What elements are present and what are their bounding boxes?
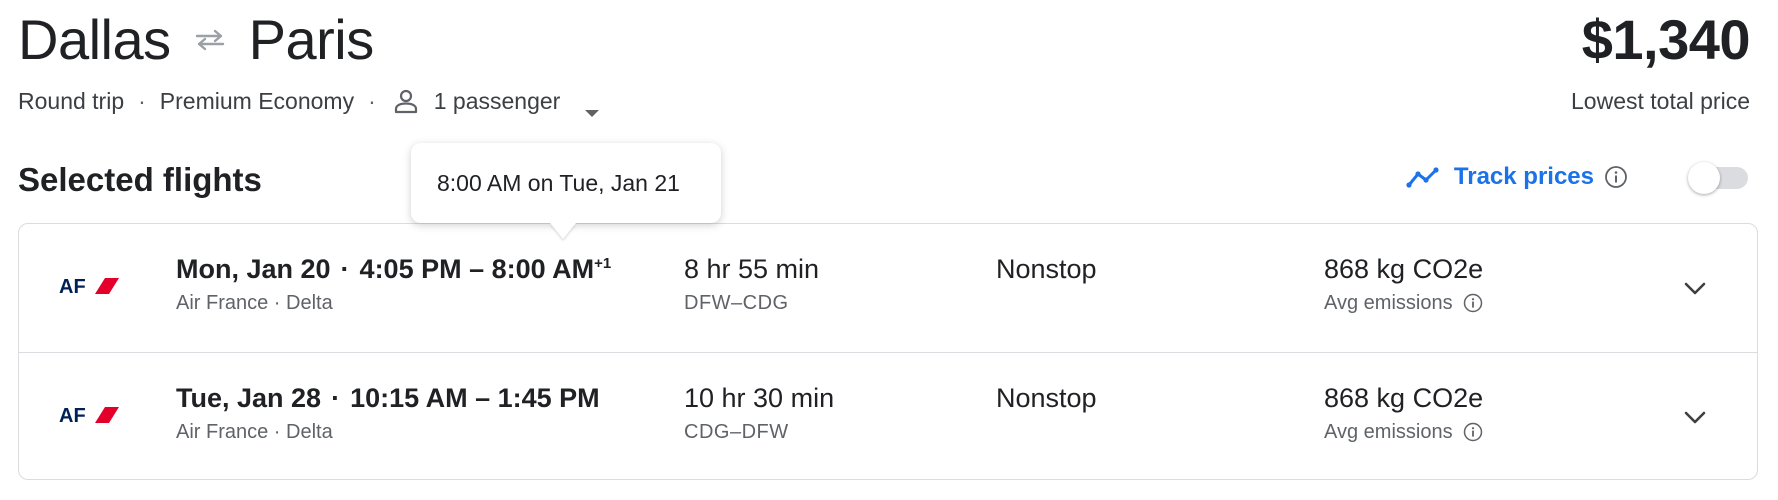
person-icon	[394, 88, 418, 114]
chevron-down-icon[interactable]	[1681, 274, 1709, 302]
origin-city: Dallas	[18, 8, 171, 71]
tooltip-pointer	[550, 223, 576, 239]
selected-flights-heading: Selected flights	[18, 161, 262, 198]
time-range: 4:05 PM – 8:00 AM	[359, 254, 595, 284]
airport-codes: CDG–DFW	[684, 421, 789, 443]
stops: Nonstop	[996, 254, 1097, 284]
selected-flights-card: AF Mon, Jan 20 · 4:05 PM – 8:00 AM+1 Air F…	[18, 223, 1758, 480]
flight-duration: 10 hr 30 min	[684, 383, 835, 413]
info-icon[interactable]	[1463, 422, 1483, 442]
flight-times: Tue, Jan 28 · 10:15 AM – 1:45 PM	[176, 381, 600, 420]
swap-arrows-icon	[193, 28, 227, 52]
emissions-label: Avg emissions	[1324, 292, 1453, 314]
carriers: Air France · Delta	[176, 421, 333, 443]
day-offset: +1	[594, 255, 612, 272]
airport-codes: DFW–CDG	[684, 292, 789, 314]
carriers: Air France · Delta	[176, 292, 333, 314]
price-label: Lowest total price	[1571, 88, 1750, 114]
passenger-selector[interactable]: 1 passenger	[390, 86, 601, 117]
time-range: 10:15 AM – 1:45 PM	[350, 383, 600, 413]
flight-duration: 8 hr 55 min	[684, 254, 820, 284]
svg-text:AF: AF	[59, 276, 86, 298]
emissions-label: Avg emissions	[1324, 421, 1453, 443]
stops: Nonstop	[996, 383, 1097, 413]
flight-date: Mon, Jan 20	[176, 254, 331, 284]
cabin-class: Premium Economy	[159, 88, 355, 114]
track-prices-label: Track prices	[1453, 163, 1594, 190]
separator-dot: ·	[331, 383, 341, 413]
track-prices-toggle[interactable]	[1688, 162, 1750, 194]
lowest-price: $1,340	[1581, 8, 1751, 71]
flight-times: Mon, Jan 20 · 4:05 PM – 8:00 AM+1	[176, 252, 611, 291]
tooltip-text: 8:00 AM on Tue, Jan 21	[437, 170, 680, 196]
flight-row-outbound[interactable]: AF Mon, Jan 20 · 4:05 PM – 8:00 AM+1 Air F…	[19, 224, 1757, 352]
caret-down-icon	[584, 96, 600, 117]
svg-text:AF: AF	[59, 405, 86, 427]
emissions-value: 868 kg CO2e	[1324, 383, 1484, 413]
emissions-label-row: Avg emissions	[1324, 419, 1483, 445]
trip-options: Round trip · Premium Economy · 1 passeng…	[18, 86, 601, 117]
separator-dot: ·	[368, 88, 376, 114]
separator-dot: ·	[138, 88, 146, 114]
info-icon[interactable]	[1463, 293, 1483, 313]
separator-dot: ·	[340, 254, 350, 284]
flight-date: Tue, Jan 28	[176, 383, 322, 413]
trending-line-icon	[1406, 165, 1444, 189]
info-icon[interactable]	[1604, 165, 1628, 189]
destination-city: Paris	[248, 8, 375, 71]
track-prices-button[interactable]: Track prices	[1406, 163, 1628, 191]
trip-type: Round trip	[18, 88, 125, 114]
route-title: Dallas Paris	[18, 8, 374, 72]
emissions-label-row: Avg emissions	[1324, 290, 1483, 316]
emissions-value: 868 kg CO2e	[1324, 254, 1484, 284]
chevron-down-icon[interactable]	[1681, 403, 1709, 431]
toggle-knob	[1688, 162, 1720, 194]
air-france-logo: AF	[59, 403, 123, 427]
passenger-count: 1 passenger	[433, 88, 561, 114]
air-france-logo: AF	[59, 274, 123, 298]
arrival-tooltip: 8:00 AM on Tue, Jan 21	[411, 143, 721, 239]
flight-row-return[interactable]: AF Tue, Jan 28 · 10:15 AM – 1:45 PM Air Fr…	[19, 352, 1757, 481]
